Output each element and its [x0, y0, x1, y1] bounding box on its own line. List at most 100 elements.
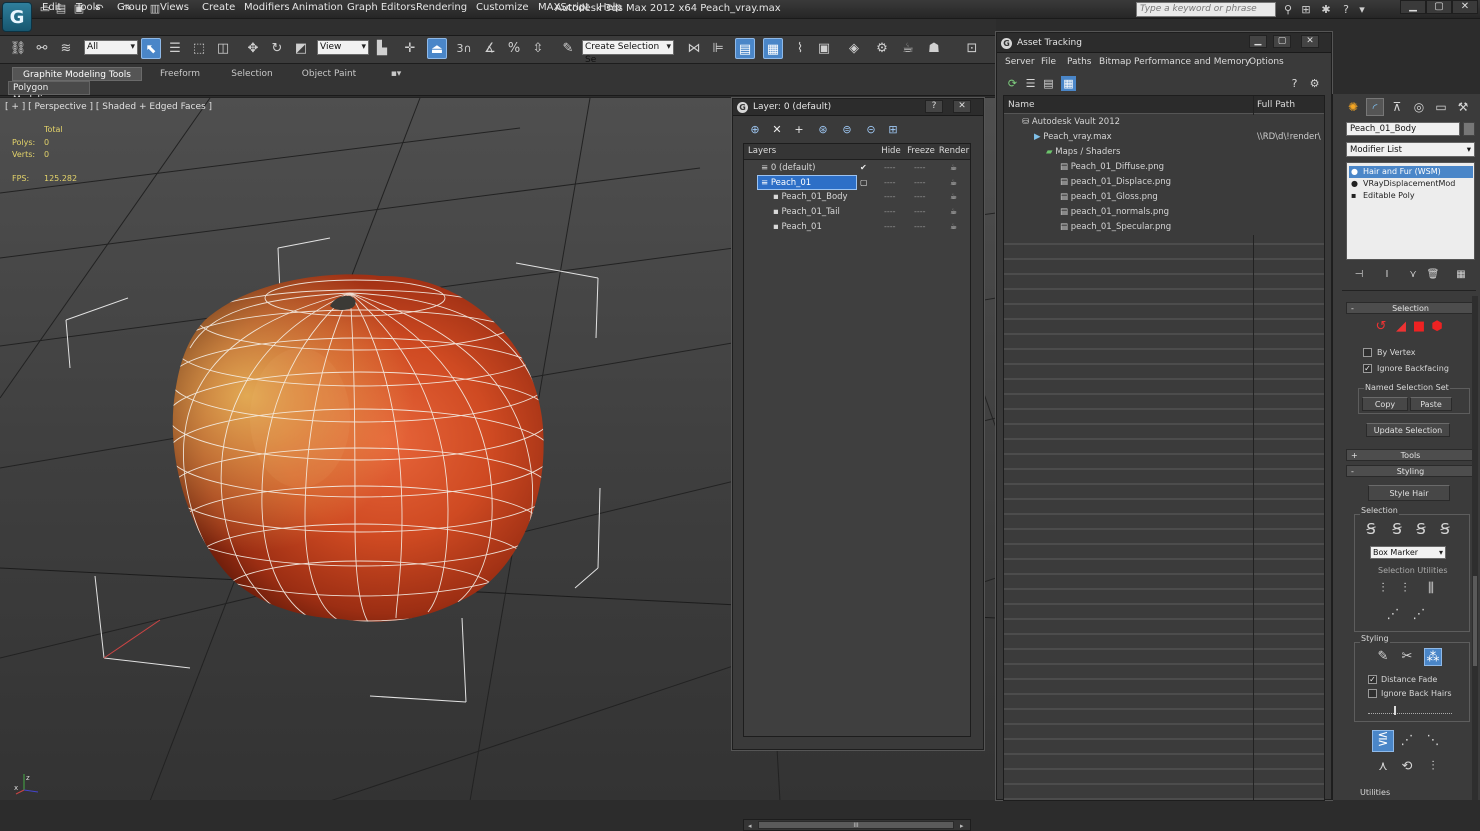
- percent-snap-icon[interactable]: %: [504, 38, 524, 59]
- select-and-link-icon[interactable]: ⛓: [8, 38, 28, 59]
- display-panel-icon[interactable]: ▭: [1432, 98, 1450, 116]
- utilities-panel-icon[interactable]: ⚒: [1454, 98, 1472, 116]
- freeze-toggle[interactable]: ----: [914, 176, 926, 190]
- search-binoculars-icon[interactable]: ⚲: [1280, 2, 1296, 17]
- menu-animation[interactable]: Animation: [292, 2, 343, 13]
- asset-settings-icon[interactable]: ⚙: [1307, 76, 1322, 91]
- modifier-toggle-icon[interactable]: ●: [1351, 166, 1358, 178]
- menu-tools[interactable]: Tools: [76, 2, 101, 13]
- stack-item-vray-displacement[interactable]: ● VRayDisplacementMod: [1349, 178, 1473, 190]
- reference-coordinate-dropdown[interactable]: View: [317, 40, 369, 55]
- selection-rollout-header[interactable]: - Selection: [1346, 302, 1475, 314]
- asset-row[interactable]: ▰ Maps / Shaders: [1004, 145, 1324, 160]
- ignore-back-hairs-checkbox[interactable]: [1368, 689, 1377, 698]
- select-hair-by-ends-icon[interactable]: Ꞩ: [1362, 520, 1380, 538]
- scroll-right-arrow-icon[interactable]: ▸: [960, 822, 964, 830]
- select-manipulate-icon[interactable]: ✛: [400, 38, 420, 59]
- render-teapot-icon[interactable]: ☕: [950, 161, 957, 175]
- select-hair-tool-icon[interactable]: ⁂: [1424, 648, 1442, 666]
- menu-graph-editors[interactable]: Graph Editors: [347, 2, 416, 13]
- delete-layer-icon[interactable]: ✕: [769, 122, 785, 138]
- edit-named-selection-icon[interactable]: ✎: [558, 38, 578, 59]
- tab-freeform[interactable]: Freeform: [150, 67, 210, 81]
- selection-filter-dropdown[interactable]: All: [84, 40, 138, 55]
- asset-close-button[interactable]: ✕: [1301, 35, 1319, 48]
- render-production-icon[interactable]: ☗: [924, 38, 944, 59]
- modifier-list-dropdown[interactable]: Modifier List: [1346, 142, 1475, 157]
- clump-icon[interactable]: ⋏: [1374, 758, 1392, 776]
- tab-graphite-modeling-tools[interactable]: Graphite Modeling Tools: [12, 67, 142, 81]
- render-teapot-icon[interactable]: ☕: [950, 220, 957, 234]
- hair-guides-icon[interactable]: ↺: [1372, 318, 1390, 336]
- stand-hair-icon[interactable]: ⋰: [1398, 732, 1416, 750]
- application-menu-logo-icon[interactable]: G: [2, 2, 32, 32]
- select-guide-vertices-icon[interactable]: Ꞩ: [1412, 520, 1430, 538]
- add-to-layer-icon[interactable]: +: [791, 122, 807, 138]
- freeze-toggle[interactable]: ----: [914, 161, 926, 175]
- help-dropdown-icon[interactable]: ▾: [1354, 2, 1370, 17]
- layer-dialog-help-button[interactable]: ?: [925, 100, 943, 113]
- modify-panel-icon[interactable]: ◜: [1366, 98, 1384, 116]
- scale-hair-icon[interactable]: ⫶: [1424, 758, 1442, 776]
- stack-item-editable-poly[interactable]: ▪ Editable Poly: [1349, 190, 1473, 202]
- pivot-center-icon[interactable]: ▙: [372, 38, 392, 59]
- polygon-modeling-panel[interactable]: Polygon Modeling: [8, 81, 90, 105]
- layer-object-row[interactable]: ▪ Peach_01_Body ---- ---- ☕: [744, 190, 970, 204]
- menu-views[interactable]: Views: [160, 2, 189, 13]
- update-selection-button[interactable]: Update Selection: [1366, 423, 1450, 437]
- freeze-unfreeze-all-icon[interactable]: ⊞: [885, 122, 901, 138]
- layer-dialog-close-button[interactable]: ✕: [953, 100, 971, 113]
- asset-menu-bitmap-performance[interactable]: Bitmap Performance and Memory: [1099, 57, 1250, 67]
- polygon-select-icon[interactable]: ■: [1410, 318, 1428, 336]
- brush-size-slider-thumb[interactable]: [1394, 706, 1396, 715]
- expand-selection-icon[interactable]: ⫼: [1422, 580, 1440, 598]
- maximize-button[interactable]: ▢: [1426, 0, 1452, 14]
- freeze-toggle[interactable]: ----: [914, 190, 926, 204]
- rectangular-selection-icon[interactable]: ⬚: [189, 38, 209, 59]
- puff-roots-icon[interactable]: ⋱: [1424, 732, 1442, 750]
- asset-row[interactable]: ▤ peach_01_Specular.png: [1004, 220, 1324, 235]
- object-name-field[interactable]: Peach_01_Body: [1346, 122, 1460, 136]
- freeze-toggle[interactable]: ----: [914, 205, 926, 219]
- spinner-snap-icon[interactable]: ⇳: [528, 38, 548, 59]
- command-panel-scroll-thumb[interactable]: [1473, 576, 1477, 666]
- layer-object-row[interactable]: ▪ Peach_01 ---- ---- ☕: [744, 220, 970, 234]
- menu-customize[interactable]: Customize: [476, 2, 529, 13]
- details-view-icon[interactable]: ▤: [1041, 76, 1056, 91]
- angle-snap-icon[interactable]: ∡: [480, 38, 500, 59]
- asset-row[interactable]: ▤ peach_01_Gloss.png: [1004, 190, 1324, 205]
- hide-selected-icon[interactable]: ⋰: [1384, 606, 1402, 624]
- styling-rollout-header[interactable]: - Styling: [1346, 465, 1475, 477]
- curve-editor-icon[interactable]: ⌇: [790, 38, 810, 59]
- object-color-swatch[interactable]: [1463, 122, 1475, 136]
- column-freeze[interactable]: Freeze: [904, 144, 938, 160]
- remove-modifier-icon[interactable]: 🗑: [1424, 266, 1442, 284]
- stack-item-hair-and-fur[interactable]: ● Hair and Fur (WSM): [1349, 166, 1473, 178]
- command-panel-scrollbar[interactable]: [1472, 296, 1478, 800]
- style-hair-button[interactable]: Style Hair: [1368, 485, 1450, 501]
- tools-rollout-header[interactable]: + Tools: [1346, 449, 1475, 461]
- layer-manager-icon[interactable]: ▤: [735, 38, 755, 59]
- schematic-view-icon[interactable]: ▣: [814, 38, 834, 59]
- ribbon-options-icon[interactable]: ▪▾: [384, 67, 408, 81]
- extra-toolbar-icon[interactable]: ⊡: [962, 38, 982, 59]
- marker-type-dropdown[interactable]: Box Marker: [1370, 546, 1446, 559]
- paste-button[interactable]: Paste: [1410, 397, 1452, 411]
- rotate-hair-icon[interactable]: ⟲: [1398, 758, 1416, 776]
- asset-maximize-button[interactable]: ▢: [1273, 35, 1291, 48]
- column-layers[interactable]: Layers: [744, 144, 878, 160]
- by-vertex-checkbox[interactable]: [1363, 348, 1372, 357]
- window-crossing-icon[interactable]: ◫: [213, 38, 233, 59]
- hide-toggle[interactable]: ----: [884, 176, 896, 190]
- menu-create[interactable]: Create: [202, 2, 235, 13]
- asset-help-icon[interactable]: ?: [1287, 76, 1302, 91]
- select-object-icon[interactable]: ⬉: [141, 38, 161, 59]
- hide-toggle[interactable]: ----: [884, 205, 896, 219]
- hair-cut-icon[interactable]: ✂: [1398, 648, 1416, 666]
- keyboard-shortcut-override-icon[interactable]: ⏏: [427, 38, 447, 59]
- keyword-search-input[interactable]: Type a keyword or phrase: [1136, 2, 1276, 17]
- asset-menu-server[interactable]: Server: [1005, 57, 1035, 67]
- help-question-icon[interactable]: ?: [1338, 2, 1354, 17]
- menu-edit[interactable]: Edit: [42, 2, 61, 13]
- hide-unhide-all-icon[interactable]: ⊝: [863, 122, 879, 138]
